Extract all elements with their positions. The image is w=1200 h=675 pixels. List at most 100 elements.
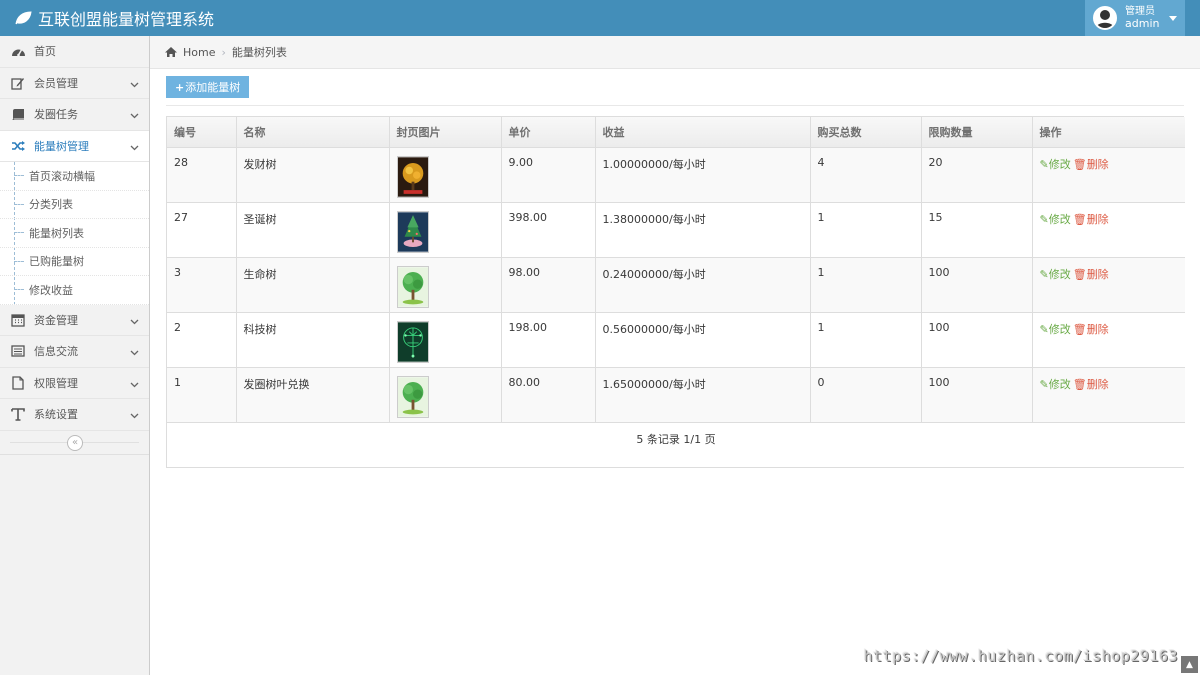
trash-icon: 🗑 — [1072, 212, 1087, 226]
double-chevron-left-icon[interactable]: « — [67, 434, 83, 451]
table-row: 27 圣诞树 398.00 1.38000000/每小时 1 15 ✎修改 🗑删除 — [167, 202, 1185, 258]
cell-name: 科技树 — [236, 312, 390, 368]
pencil-icon: ✎ — [1039, 157, 1049, 171]
edit-label: 修改 — [1048, 267, 1071, 281]
app-title: 互联创盟能量树管理系统 — [38, 10, 215, 29]
chevron-down-icon — [130, 315, 139, 328]
text-icon — [10, 406, 26, 422]
submenu-item-purchased[interactable]: 已购能量树 — [0, 248, 149, 276]
cell-name: 圣诞树 — [236, 202, 390, 258]
trash-icon: 🗑 — [1072, 267, 1087, 281]
cell-limit: 100 — [921, 367, 1033, 423]
delete-link[interactable]: 🗑删除 — [1073, 378, 1109, 391]
pencil-icon: ✎ — [1039, 322, 1049, 336]
chevron-down-icon — [130, 346, 139, 359]
sidebar-item-members[interactable]: 会员管理 — [0, 68, 149, 99]
sidebar-item-label: 权限管理 — [34, 376, 78, 390]
edit-label: 修改 — [1048, 377, 1071, 391]
cover-image — [396, 210, 429, 253]
cell-actions: ✎修改 🗑删除 — [1032, 367, 1185, 423]
user-menu[interactable]: 管理员 admin — [1085, 0, 1185, 36]
delete-link[interactable]: 🗑删除 — [1073, 323, 1109, 336]
leaf-icon — [14, 11, 32, 25]
cell-price: 80.00 — [501, 367, 596, 423]
list-alt-icon — [10, 343, 26, 359]
delete-label: 删除 — [1086, 212, 1109, 226]
user-name: admin — [1125, 17, 1160, 30]
sidebar-item-messages[interactable]: 信息交流 — [0, 336, 149, 368]
edit-link[interactable]: ✎修改 — [1040, 213, 1071, 226]
trash-icon: 🗑 — [1072, 322, 1087, 336]
column-header: 限购数量 — [921, 117, 1033, 148]
delete-label: 删除 — [1086, 267, 1109, 281]
divider — [166, 105, 1184, 106]
chevron-down-icon — [130, 109, 139, 122]
cell-id: 1 — [167, 367, 237, 423]
cell-id: 2 — [167, 312, 237, 368]
table-row: 28 发财树 9.00 1.00000000/每小时 4 20 ✎修改 🗑删除 — [167, 147, 1185, 203]
pencil-icon: ✎ — [1039, 267, 1049, 281]
sidebar-item-label: 首页 — [34, 45, 56, 59]
delete-link[interactable]: 🗑删除 — [1073, 268, 1109, 281]
cell-income: 1.38000000/每小时 — [595, 202, 811, 258]
double-chevron-up-icon: ▲ — [1186, 659, 1193, 670]
brand[interactable]: 互联创盟能量树管理系统 — [14, 6, 214, 30]
sidebar-collapse-bar: « — [0, 431, 149, 455]
chevron-right-icon: › — [221, 45, 226, 59]
breadcrumb-home-link[interactable]: Home — [183, 46, 215, 59]
cell-cover — [389, 257, 502, 313]
sidebar-item-energy-tree[interactable]: 能量树管理 — [0, 130, 149, 162]
edit-icon — [10, 75, 26, 91]
submenu-item-tree-list[interactable]: 能量树列表 — [0, 219, 149, 248]
table-row: 1 发圈树叶兑换 80.00 1.65000000/每小时 0 100 ✎修改 🗑… — [167, 367, 1185, 423]
submenu-item-edit-income[interactable]: 修改收益 — [0, 276, 149, 305]
edit-link[interactable]: ✎修改 — [1040, 323, 1071, 336]
edit-label: 修改 — [1048, 212, 1071, 226]
sidebar-item-label: 资金管理 — [34, 313, 78, 327]
delete-label: 删除 — [1086, 377, 1109, 391]
scroll-to-top-button[interactable]: ▲ — [1181, 656, 1198, 673]
pencil-icon: ✎ — [1039, 212, 1049, 226]
column-header: 编号 — [167, 117, 237, 148]
book-icon — [10, 106, 26, 122]
cell-limit: 20 — [921, 147, 1033, 203]
column-header: 名称 — [236, 117, 390, 148]
trash-icon: 🗑 — [1072, 157, 1087, 171]
submenu: 首页滚动横幅 分类列表 能量树列表 已购能量树 修改收益 — [0, 162, 149, 305]
trash-icon: 🗑 — [1072, 377, 1087, 391]
column-header: 操作 — [1032, 117, 1185, 148]
cell-id: 28 — [167, 147, 237, 203]
sidebar-item-permissions[interactable]: 权限管理 — [0, 368, 149, 399]
cell-actions: ✎修改 🗑删除 — [1032, 257, 1185, 313]
edit-link[interactable]: ✎修改 — [1040, 158, 1071, 171]
dashboard-icon — [10, 43, 26, 59]
delete-link[interactable]: 🗑删除 — [1073, 158, 1109, 171]
shuffle-icon — [10, 138, 26, 154]
tree-table: 编号 名称 封页图片 单价 收益 购买总数 限购数量 操作 28 发财树 9.0… — [166, 116, 1185, 468]
cell-bought: 1 — [810, 202, 922, 258]
sidebar-item-label: 信息交流 — [34, 345, 78, 359]
delete-link[interactable]: 🗑删除 — [1073, 213, 1109, 226]
cell-price: 398.00 — [501, 202, 596, 258]
edit-label: 修改 — [1048, 157, 1071, 171]
submenu-item-category[interactable]: 分类列表 — [0, 191, 149, 219]
watermark: https://www.huzhan.com/ishop29163 — [863, 647, 1178, 665]
cell-income: 1.65000000/每小时 — [595, 367, 811, 423]
edit-link[interactable]: ✎修改 — [1040, 268, 1071, 281]
sidebar-item-funds[interactable]: 资金管理 — [0, 305, 149, 336]
cover-image — [396, 320, 429, 363]
avatar — [1093, 6, 1117, 30]
submenu-item-label: 分类列表 — [29, 198, 73, 212]
caret-down-icon[interactable] — [1169, 16, 1177, 21]
sidebar-item-tasks[interactable]: 发圈任务 — [0, 99, 149, 131]
edit-link[interactable]: ✎修改 — [1040, 378, 1071, 391]
submenu-item-label: 已购能量树 — [29, 255, 84, 269]
cell-name: 生命树 — [236, 257, 390, 313]
cell-price: 198.00 — [501, 312, 596, 368]
add-tree-button[interactable]: + 添加能量树 — [166, 76, 250, 98]
sidebar-item-home[interactable]: 首页 — [0, 36, 149, 68]
sidebar-item-settings[interactable]: 系统设置 — [0, 399, 149, 431]
submenu-item-banner[interactable]: 首页滚动横幅 — [0, 162, 149, 191]
sidebar-item-label: 会员管理 — [34, 76, 78, 90]
cell-actions: ✎修改 🗑删除 — [1032, 312, 1185, 368]
